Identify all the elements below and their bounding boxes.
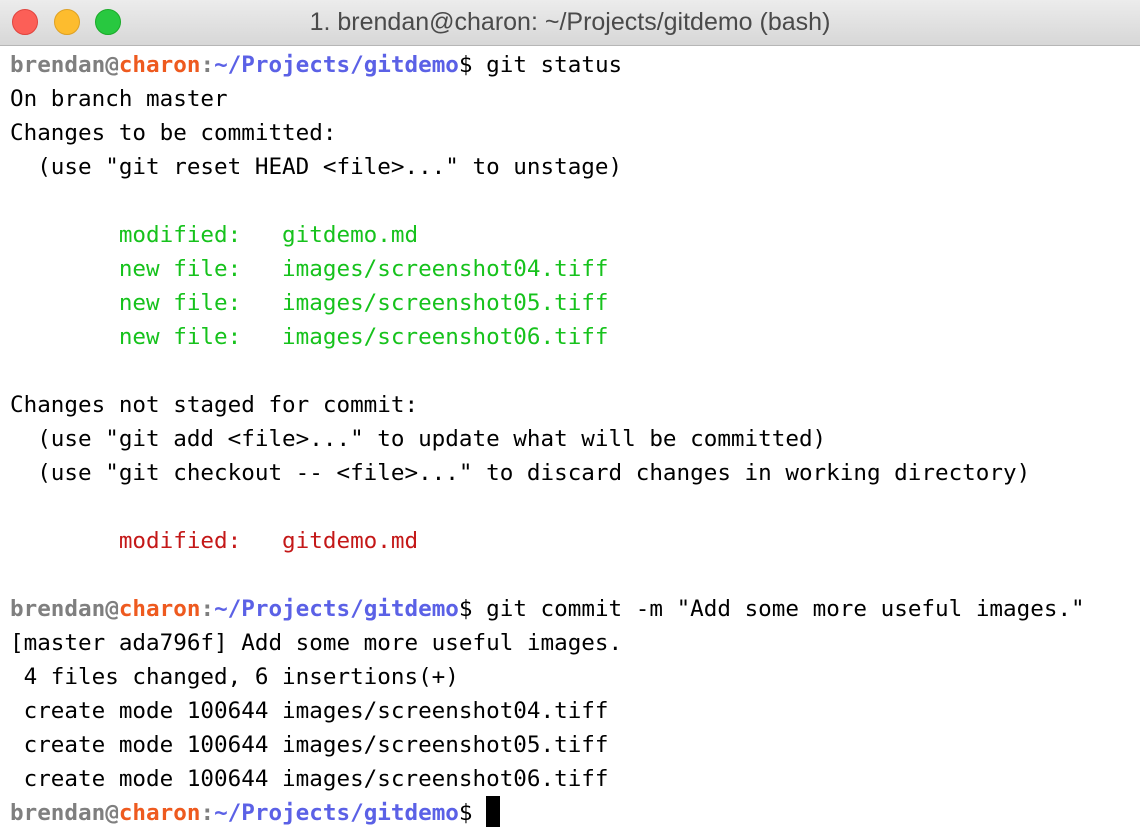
prompt-symbol: $	[458, 800, 473, 826]
unstaged-file-line: modified: gitdemo.md	[10, 528, 419, 554]
prompt-symbol: $	[458, 52, 473, 78]
output-line: [master ada796f] Add some more useful im…	[10, 630, 623, 656]
prompt-line: brendan@charon:~/Projects/gitdemo$	[10, 796, 1085, 830]
prompt-colon: :	[200, 52, 215, 78]
staged-file-line: modified: gitdemo.md	[10, 222, 419, 248]
output-line: (use "git checkout -- <file>..." to disc…	[10, 460, 1031, 486]
command-text: git status	[472, 52, 623, 78]
prompt-at: @	[105, 52, 119, 78]
staged-file-line: new file: images/screenshot06.tiff	[10, 324, 609, 350]
prompt-line: brendan@charon:~/Projects/gitdemo$ git s…	[10, 48, 1085, 82]
prompt-colon: :	[200, 800, 215, 826]
output-line: create mode 100644 images/screenshot06.t…	[10, 766, 609, 792]
terminal-cursor[interactable]	[486, 796, 501, 827]
output-line: 4 files changed, 6 insertions(+)	[10, 664, 459, 690]
prompt-colon: :	[200, 596, 215, 622]
prompt-host: charon	[118, 596, 201, 622]
output-line: Changes not staged for commit:	[10, 392, 419, 418]
output-line: Changes to be committed:	[10, 120, 337, 146]
output-line: (use "git reset HEAD <file>..." to unsta…	[10, 154, 623, 180]
prompt-path: ~/Projects/gitdemo	[214, 800, 459, 826]
window-title: 1. brendan@charon: ~/Projects/gitdemo (b…	[309, 8, 831, 36]
prompt-line: brendan@charon:~/Projects/gitdemo$ git c…	[10, 592, 1085, 626]
command-text: git commit -m "Add some more useful imag…	[472, 596, 1085, 622]
output-line: On branch master	[10, 86, 228, 112]
staged-file-line: new file: images/screenshot05.tiff	[10, 290, 609, 316]
terminal-output[interactable]: brendan@charon:~/Projects/gitdemo$ git s…	[10, 48, 1085, 830]
prompt-path: ~/Projects/gitdemo	[214, 52, 459, 78]
prompt-user: brendan	[10, 596, 106, 622]
staged-file-line: new file: images/screenshot04.tiff	[10, 256, 609, 282]
prompt-host: charon	[118, 800, 201, 826]
output-line: create mode 100644 images/screenshot04.t…	[10, 698, 609, 724]
output-line: (use "git add <file>..." to update what …	[10, 426, 827, 452]
prompt-user: brendan	[10, 52, 106, 78]
title-bar[interactable]: 1. brendan@charon: ~/Projects/gitdemo (b…	[0, 0, 1140, 46]
prompt-user: brendan	[10, 800, 106, 826]
prompt-symbol: $	[458, 596, 473, 622]
prompt-at: @	[105, 800, 119, 826]
prompt-at: @	[105, 596, 119, 622]
prompt-path: ~/Projects/gitdemo	[214, 596, 459, 622]
output-line: create mode 100644 images/screenshot05.t…	[10, 732, 609, 758]
command-text	[473, 800, 487, 826]
terminal-window: 1. brendan@charon: ~/Projects/gitdemo (b…	[0, 0, 1140, 834]
prompt-host: charon	[118, 52, 201, 78]
